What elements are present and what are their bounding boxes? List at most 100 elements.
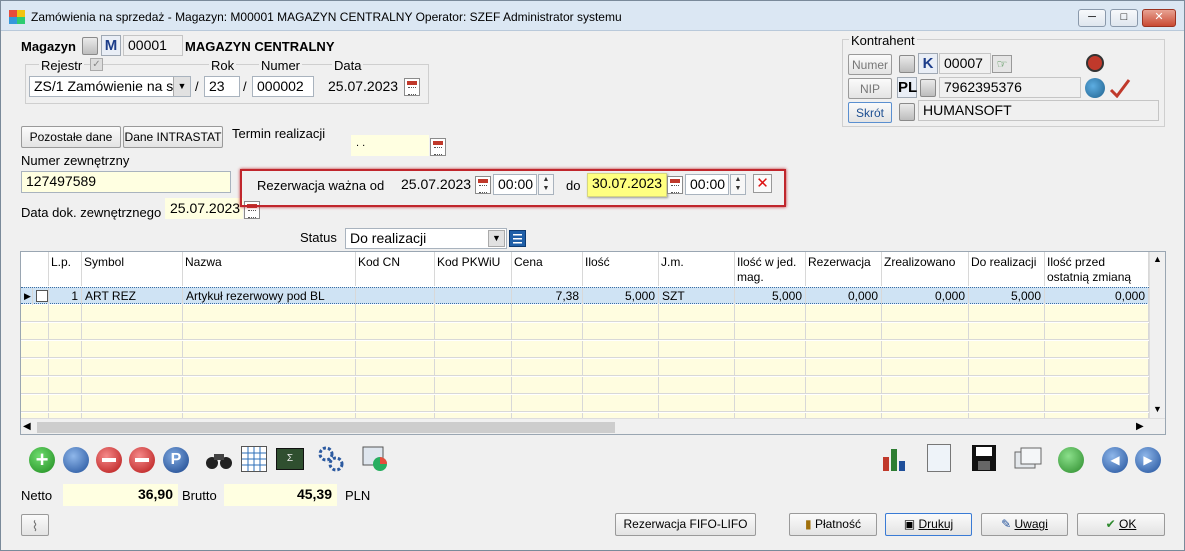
clear-icon[interactable]: ✕ [753,174,772,193]
table-header[interactable]: Symbol [82,252,183,286]
table-header[interactable]: Nazwa [183,252,356,286]
add-icon[interactable]: + [29,447,55,473]
table-row-empty[interactable] [21,323,1149,340]
empty-cell [183,323,356,340]
gears-icon[interactable] [317,445,345,473]
calendar-icon[interactable] [404,78,420,96]
table-header[interactable]: Kod CN [356,252,435,286]
platnosc-button[interactable]: ▮ Płatność [789,513,877,536]
list-icon[interactable] [509,230,526,247]
table-header[interactable]: Kod PKWiU [435,252,512,286]
empty-cell [512,323,583,340]
rezerwacja-from-calendar-icon[interactable] [475,176,491,194]
document-list-icon[interactable] [927,444,951,472]
rejestr-select[interactable]: ZS/1 Zamówienie na sp [29,76,191,97]
data-dok-field[interactable]: 25.07.2023 [165,198,243,219]
attachment-icon[interactable]: ⌇ [21,514,49,536]
person-alert-icon[interactable] [1086,54,1104,72]
table-header[interactable]: J.m. [659,252,735,286]
kontrahent-lookup-icon[interactable] [899,55,915,73]
numer-zewn-field[interactable]: 127497589 [21,171,231,193]
magazyn-lookup-icon[interactable] [82,37,98,55]
table-row-empty[interactable] [21,377,1149,394]
cell-lp: 1 [49,288,82,305]
from-time-spinner[interactable]: ▲ ▼ [538,174,554,195]
rezerwacja-to-calendar-icon[interactable] [667,176,683,194]
table-header[interactable]: Rezerwacja [806,252,882,286]
intrastat-button[interactable]: Dane INTRASTAT [123,126,223,148]
empty-cell [659,305,735,322]
table-row-empty[interactable] [21,341,1149,358]
kontrahent-skrot-button[interactable]: Skrót [848,102,892,123]
save-icon[interactable] [971,444,997,472]
kontrahent-nip-button[interactable]: NIP [848,78,892,99]
fifo-lifo-button[interactable]: Rezerwacja FIFO-LIFO [615,513,756,536]
empty-cell [356,305,435,322]
chevron-down-icon[interactable]: ▼ [173,77,190,96]
delete-icon[interactable] [96,447,122,473]
document-chart-icon[interactable] [361,445,389,473]
to-time-spinner[interactable]: ▲ ▼ [730,174,746,195]
table-row-empty[interactable] [21,395,1149,412]
scroll-thumb[interactable] [37,422,615,433]
status-chevron-down-icon[interactable]: ▼ [488,230,505,247]
grid-search-icon[interactable] [241,446,267,472]
table-row[interactable]: ▶ 1 ART REZ Artykuł rezerwowy pod BL 7,3… [21,287,1149,305]
table-row-empty[interactable] [21,305,1149,322]
table-header[interactable]: L.p. [49,252,82,286]
scroll-left-icon[interactable]: ◀ [23,421,31,432]
kontrahent-numer-button[interactable]: Numer [848,54,892,75]
termin-calendar-icon[interactable] [430,138,446,156]
p-icon[interactable]: P [163,447,189,473]
globe-icon[interactable] [1085,78,1105,98]
empty-cell [969,305,1045,322]
status-select[interactable]: Do realizacji [345,228,507,249]
table-header[interactable]: Ilość przed ostatnią zmianą [1045,252,1149,286]
nip-lookup-icon[interactable] [920,79,936,97]
preview-icon[interactable] [63,447,89,473]
bar-chart-icon[interactable] [881,445,907,473]
table-header[interactable]: Zrealizowano [882,252,969,286]
app-icon [9,10,25,24]
numer-field[interactable]: 000002 [252,76,314,97]
horizontal-scrollbar[interactable]: ◀ ▶ [21,418,1165,434]
hand-icon[interactable]: ☞ [992,55,1012,73]
check-red-icon[interactable] [1109,78,1131,99]
pozostale-dane-button[interactable]: Pozostałe dane [21,126,121,148]
scroll-right-icon[interactable]: ▶ [1136,421,1144,432]
minus-glyph [102,458,116,462]
scroll-down-icon[interactable]: ▼ [1153,404,1162,414]
row-checkbox[interactable] [36,290,48,302]
table-header[interactable]: Do realizacji [969,252,1045,286]
drukuj-button[interactable]: ▣ Drukuj [885,513,972,536]
vertical-scrollbar[interactable]: ▲ ▼ [1149,252,1165,418]
skrot-lookup-icon[interactable] [899,103,915,121]
scroll-up-icon[interactable]: ▲ [1153,254,1162,264]
delete-checked-icon[interactable] [129,447,155,473]
rezerwacja-to-date[interactable]: 30.07.2023 [587,173,667,197]
documents-icon[interactable] [1013,446,1043,470]
table-header[interactable]: Cena [512,252,583,286]
rezerwacja-to-time[interactable]: 00:00 [685,174,729,195]
next-icon[interactable]: ▶ [1135,447,1161,473]
uwagi-button[interactable]: ✎ Uwagi [981,513,1068,536]
minimize-button[interactable]: ─ [1078,9,1106,27]
table-header[interactable]: Ilość [583,252,659,286]
table-row-empty[interactable] [21,359,1149,376]
data-field[interactable]: 25.07.2023 [323,76,403,97]
binoculars-icon[interactable] [204,448,234,472]
table-header[interactable]: Ilość w jed. mag. [735,252,806,286]
ok-button[interactable]: ✔ OK [1077,513,1165,536]
items-table[interactable]: L.p. Symbol Nazwa Kod CN Kod PKWiU Cena … [20,251,1166,435]
termin-field[interactable]: . . [351,135,429,156]
row-checkbox-cell[interactable] [33,288,49,305]
maximize-button[interactable]: □ [1110,9,1138,27]
rezerwacja-from-date[interactable]: 25.07.2023 [396,174,474,195]
close-button[interactable]: ✕ [1142,9,1176,27]
previous-icon[interactable]: ◀ [1102,447,1128,473]
refresh-icon[interactable] [1058,447,1084,473]
rok-field[interactable]: 23 [204,76,240,97]
rezerwacja-from-time[interactable]: 00:00 [493,174,537,195]
empty-cell [512,305,583,322]
sigma-icon[interactable]: Σ [276,448,304,470]
